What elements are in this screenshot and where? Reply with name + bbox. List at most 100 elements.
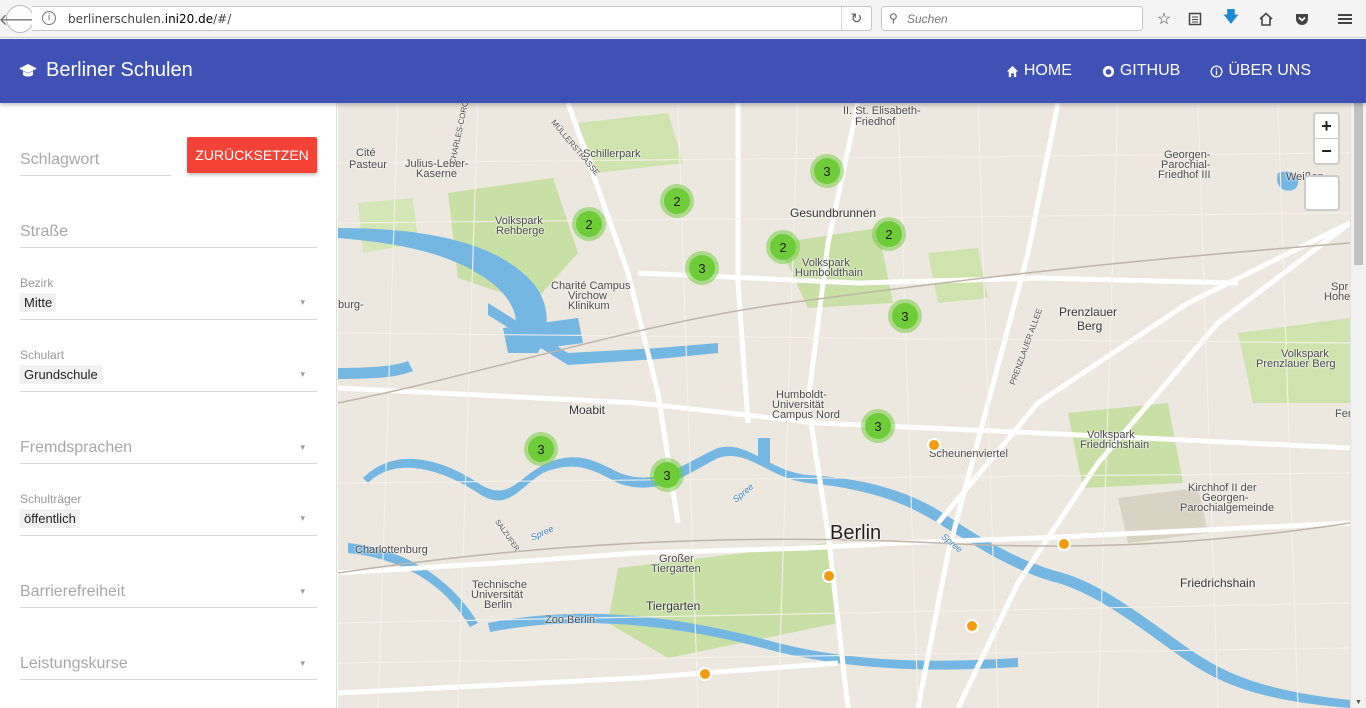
school-cluster[interactable]: 2 <box>766 230 800 264</box>
leistungskurse-select[interactable]: Leistungskurse ▾ <box>20 637 317 680</box>
url-text: berlinerschulen.ini20.de/#/ <box>68 12 231 26</box>
school-cluster[interactable]: 3 <box>861 409 895 443</box>
map-label: Campus Nord <box>772 409 840 421</box>
input-underline <box>20 391 317 392</box>
fremdsprachen-select[interactable]: Fremdsprachen ▾ <box>20 421 317 464</box>
bezirk-select[interactable]: Bezirk Mitte ▾ <box>20 276 317 320</box>
fremdsprachen-placeholder: Fremdsprachen <box>20 439 133 456</box>
map-label: Schillerpark <box>583 148 641 160</box>
map-label: Cité <box>356 147 376 159</box>
scroll-down-icon[interactable]: ▼ <box>1355 699 1362 706</box>
school-cluster[interactable]: 2 <box>872 217 906 251</box>
map-label: Zoo Berlin <box>545 614 596 626</box>
zoom-control: + − <box>1313 112 1340 165</box>
map-label: Berg <box>1077 319 1103 333</box>
cluster-count: 2 <box>876 221 902 247</box>
school-marker[interactable] <box>927 438 941 452</box>
school-cluster[interactable]: 3 <box>650 458 684 492</box>
school-marker[interactable] <box>698 667 712 681</box>
reset-button[interactable]: ZURÜCKSETZEN <box>187 137 317 173</box>
school-marker[interactable] <box>822 569 836 583</box>
barrierefreiheit-placeholder: Barrierefreiheit <box>20 583 125 600</box>
brand[interactable]: Berliner Schulen <box>18 59 193 82</box>
barrierefreiheit-select[interactable]: Barrierefreiheit ▾ <box>20 565 317 608</box>
input-underline <box>20 679 317 680</box>
url-bar[interactable]: i berlinerschulen.ini20.de/#/ ↻ <box>32 6 872 31</box>
cluster-count: 2 <box>576 211 602 237</box>
zoom-out-button[interactable]: − <box>1315 139 1338 164</box>
bezirk-value: Mitte <box>20 293 57 312</box>
zoom-in-button[interactable]: + <box>1315 114 1338 139</box>
info-icon[interactable]: i <box>42 11 56 25</box>
schulart-value: Grundschule <box>20 365 102 384</box>
search-placeholder: Suchen <box>907 12 948 26</box>
back-button[interactable]: 🡐 <box>0 5 41 33</box>
school-marker[interactable] <box>1057 537 1071 551</box>
url-prefix: berlinerschulen. <box>68 12 165 26</box>
download-icon[interactable]: 🡇 <box>1220 8 1242 30</box>
nav-home[interactable]: HOME <box>1006 62 1072 80</box>
cluster-count: 3 <box>654 462 680 488</box>
reading-list-icon[interactable] <box>1184 8 1206 30</box>
map-label: Parochialgemeinde <box>1180 502 1275 514</box>
app-title: Berliner Schulen <box>46 59 193 81</box>
graduation-cap-icon <box>19 63 37 76</box>
input-underline <box>20 319 317 320</box>
dropdown-caret-icon: ▾ <box>300 442 305 452</box>
street-input[interactable]: Straße <box>20 205 317 248</box>
bookmark-star-icon[interactable]: ☆ <box>1153 8 1175 30</box>
dropdown-caret-icon: ▾ <box>300 369 305 379</box>
map-label: Friedrichshain <box>1080 439 1150 451</box>
school-marker[interactable] <box>965 619 979 633</box>
pocket-icon[interactable] <box>1291 8 1313 30</box>
layer-toggle-button[interactable] <box>1304 175 1340 211</box>
map-label: Klinikum <box>568 300 610 312</box>
map-label: Humboldthain <box>795 267 863 279</box>
schulart-select[interactable]: Schulart Grundschule ▾ <box>20 348 317 392</box>
school-cluster[interactable]: 3 <box>524 432 558 466</box>
info-icon <box>1210 64 1223 78</box>
keyword-input[interactable]: Schlagwort <box>20 133 171 176</box>
schultraeger-select[interactable]: Schulträger öffentlich ▾ <box>20 492 317 536</box>
nav-github-label: GITHUB <box>1119 62 1181 79</box>
park-mauerpark <box>928 248 988 303</box>
school-map[interactable]: II. St. Elisabeth- Friedhof Cité Pasteur… <box>338 103 1350 708</box>
input-underline <box>20 607 317 608</box>
nav-github[interactable]: GITHUB <box>1102 62 1180 80</box>
nav-about[interactable]: ÜBER UNS <box>1210 62 1311 80</box>
map-label: Charlottenburg <box>355 544 428 556</box>
map-label: Fen <box>1335 408 1350 420</box>
schultraeger-value: öffentlich <box>20 509 80 528</box>
dropdown-caret-icon: ▾ <box>300 658 305 668</box>
school-cluster[interactable]: 3 <box>810 154 844 188</box>
menu-icon[interactable] <box>1334 8 1356 30</box>
nav-home-label: HOME <box>1023 62 1072 79</box>
cluster-count: 3 <box>689 255 715 281</box>
map-label: Friedhof <box>855 116 896 128</box>
keyword-placeholder: Schlagwort <box>20 151 100 168</box>
input-underline <box>20 175 171 176</box>
page-scrollbar[interactable]: ▲ ▼ <box>1350 39 1366 708</box>
map-label: Friedrichshain <box>1180 576 1256 590</box>
school-cluster[interactable]: 2 <box>572 207 606 241</box>
input-underline <box>20 535 317 536</box>
map-base-layer <box>338 103 1350 708</box>
map-label: Tiergarten <box>651 563 701 575</box>
filter-sidebar: Schlagwort ZURÜCKSETZEN Straße Bezirk Mi… <box>0 103 337 708</box>
map-label: II. St. Elisabeth- <box>843 105 921 117</box>
app-header: Berliner Schulen HOME GITHUB ÜBER UNS <box>0 39 1366 103</box>
url-path: /#/ <box>213 12 232 26</box>
reload-icon[interactable]: ↻ <box>841 7 871 30</box>
map-label: Prenzlauer Berg <box>1256 358 1336 370</box>
cluster-count: 3 <box>892 303 918 329</box>
home-icon[interactable] <box>1255 8 1277 30</box>
school-cluster[interactable]: 3 <box>685 251 719 285</box>
map-label: Berlin <box>484 599 513 611</box>
school-cluster[interactable]: 2 <box>660 184 694 218</box>
water-west <box>338 361 413 379</box>
school-cluster[interactable]: 3 <box>888 299 922 333</box>
cluster-count: 2 <box>770 234 796 260</box>
browser-search-input[interactable]: ⚲ Suchen <box>881 6 1143 31</box>
input-underline <box>20 463 317 464</box>
map-label: Prenzlauer <box>1059 305 1118 319</box>
